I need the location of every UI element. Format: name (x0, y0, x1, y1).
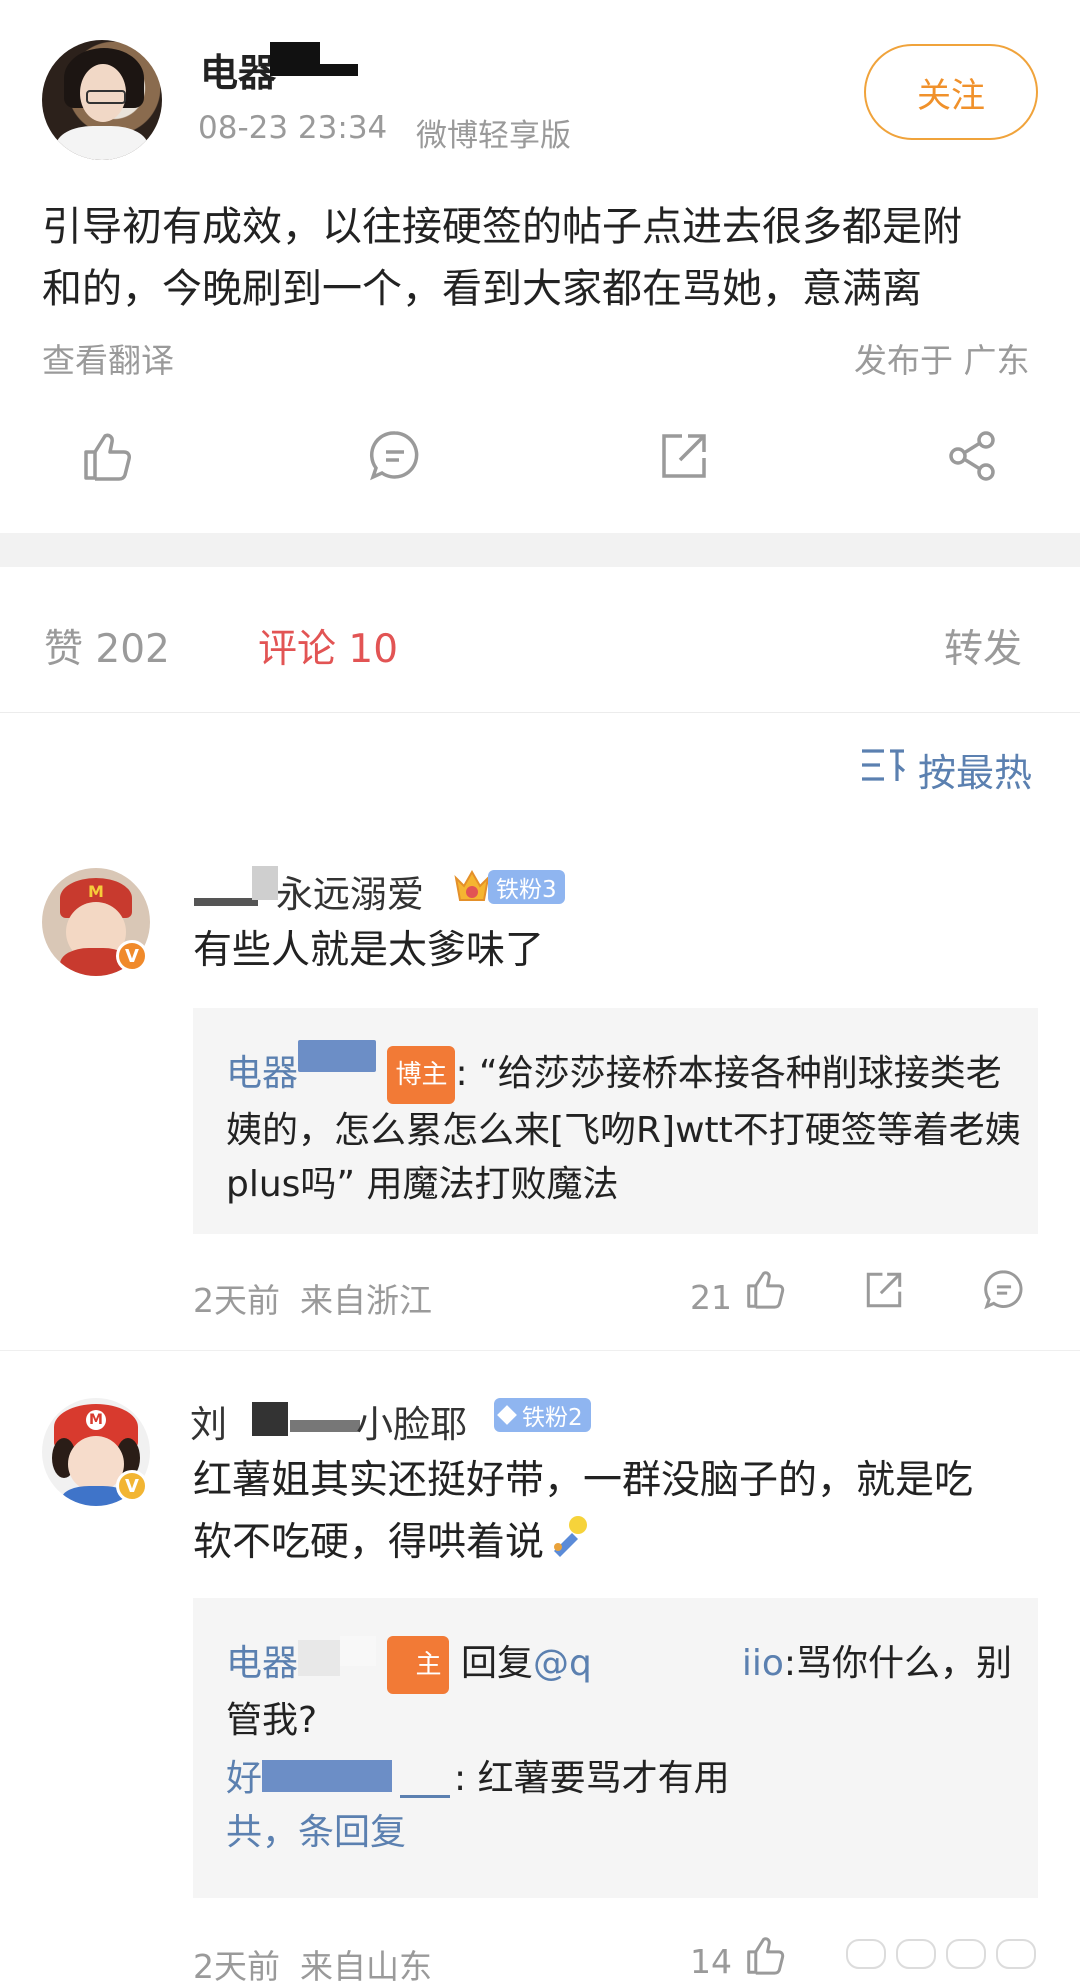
comment-text-line: 红薯姐其实还挺好带，一群没脑子的，就是吃 (193, 1458, 974, 1503)
redaction-block (340, 1636, 377, 1666)
mention-link[interactable]: iio (742, 1643, 784, 1684)
thumbs-up-icon[interactable] (744, 1266, 788, 1312)
diamond-icon (497, 1405, 517, 1425)
sort-control[interactable]: 按最热 (860, 742, 1032, 797)
tabs-divider (0, 712, 1080, 713)
post-body: 引导初有成效，以往接硬签的帖子点进去很多都是附 和的，今晚刷到一个，看到大家都在… (42, 196, 1042, 320)
thumbs-up-icon[interactable] (80, 428, 136, 484)
verified-badge-icon: V (116, 940, 148, 972)
post-timestamp: 08-23 23:34 (198, 110, 388, 146)
reply-line: :骂你什么，别 (783, 1643, 1012, 1684)
redaction-block (290, 1420, 360, 1432)
redaction-block (252, 1402, 288, 1436)
redaction-block (298, 1040, 377, 1072)
comment-time: 2天前 (193, 1947, 280, 1986)
share-icon[interactable] (944, 428, 1000, 484)
redaction-block (400, 1795, 451, 1798)
commenter-name[interactable]: 永远溺爱 (276, 864, 424, 918)
commenter-name-prefix[interactable]: 刘 (190, 1394, 227, 1448)
post-location: 发布于 广东 (854, 341, 1030, 380)
comment-text: 红薯姐其实还挺好带，一群没脑子的，就是吃 软不吃硬，得哄着说 (193, 1450, 1053, 1576)
reply-line: 姨的，怎么累怎么来[飞吻R]wtt不打硬签等着老姨 (226, 1110, 1021, 1151)
comment-location: 来自浙江 (300, 1281, 432, 1320)
commenter-name[interactable]: 小脸耶 (356, 1394, 467, 1448)
host-tag: 主 (387, 1636, 450, 1694)
host-tag: 博主 (387, 1046, 456, 1104)
thumbs-up-icon[interactable] (744, 1932, 788, 1978)
sort-label: 按最热 (918, 751, 1033, 795)
fan-badge-label: 铁粉2 (522, 1405, 583, 1431)
reply-word: 回复 (460, 1643, 533, 1684)
reply-content: 电器 主 回复@q iio:骂你什么，别 管我? 好 : 红薯要骂才有用 共，条回复 (226, 1636, 1016, 1860)
crown-icon (452, 864, 492, 906)
repost-icon[interactable] (862, 1268, 906, 1312)
fan-badge[interactable]: 铁粉3 (488, 870, 565, 904)
redaction-block (194, 898, 258, 906)
post-body-line: 引导初有成效，以往接硬签的帖子点进去很多都是附 (42, 204, 962, 250)
like-count: 14 (690, 1942, 732, 1981)
author-name[interactable]: 电器 (200, 42, 276, 97)
reply-line: 管我? (226, 1700, 318, 1741)
author-avatar[interactable] (42, 40, 162, 160)
follow-button[interactable]: 关注 (864, 44, 1038, 140)
reply-line: plus吗” 用魔法打败魔法 (226, 1164, 619, 1205)
comment-time: 2天前 (193, 1281, 280, 1320)
post-body-line: 和的，今晚刷到一个，看到大家都在骂她，意满离 (42, 266, 922, 312)
comment-separator (0, 1350, 1080, 1351)
reply-line: : “给莎莎接桥本接各种削球接类老 (455, 1053, 1002, 1094)
reply-content: 电器 博主: “给莎莎接桥本接各种削球接类老 姨的，怎么累怎么来[飞吻R]wtt… (226, 1040, 1021, 1212)
fan-badge[interactable]: 铁粉2 (494, 1398, 591, 1432)
verified-badge-icon: V (116, 1470, 148, 1502)
emoji-icon (548, 1513, 592, 1576)
tab-reposts[interactable]: 转发 (944, 618, 1022, 674)
like-count: 21 (690, 1278, 732, 1317)
view-all-replies-link[interactable]: 共，条回复 (226, 1806, 1016, 1860)
post-source[interactable]: 微博轻享版 (416, 110, 571, 155)
sort-icon (860, 745, 906, 794)
mention-link[interactable]: @q (533, 1643, 592, 1684)
sub-reply-text: : 红薯要骂才有用 (454, 1758, 730, 1799)
redaction-block (252, 866, 278, 900)
comment-icon[interactable] (367, 428, 423, 484)
translate-link[interactable]: 查看翻译 (42, 334, 174, 382)
reply-author-name[interactable]: 电器 (226, 1643, 298, 1684)
comment-icon[interactable] (982, 1268, 1026, 1312)
tab-likes[interactable]: 赞 202 (44, 618, 170, 674)
redaction-block (262, 1760, 393, 1792)
reply-author-name[interactable]: 电器 (226, 1053, 298, 1094)
comment-location: 来自山东 (300, 1947, 432, 1986)
comment-text: 有些人就是太爹味了 (193, 928, 545, 973)
redaction-block (298, 1640, 341, 1676)
overlay-controls (846, 1934, 1046, 1974)
comment-text-line: 软不吃硬，得哄着说 (193, 1520, 545, 1565)
redaction-block (320, 34, 360, 64)
sub-reply-author[interactable]: 好 (226, 1758, 262, 1799)
section-divider (0, 533, 1080, 567)
tab-comments[interactable]: 评论 10 (258, 618, 398, 674)
repost-icon[interactable] (656, 428, 712, 484)
